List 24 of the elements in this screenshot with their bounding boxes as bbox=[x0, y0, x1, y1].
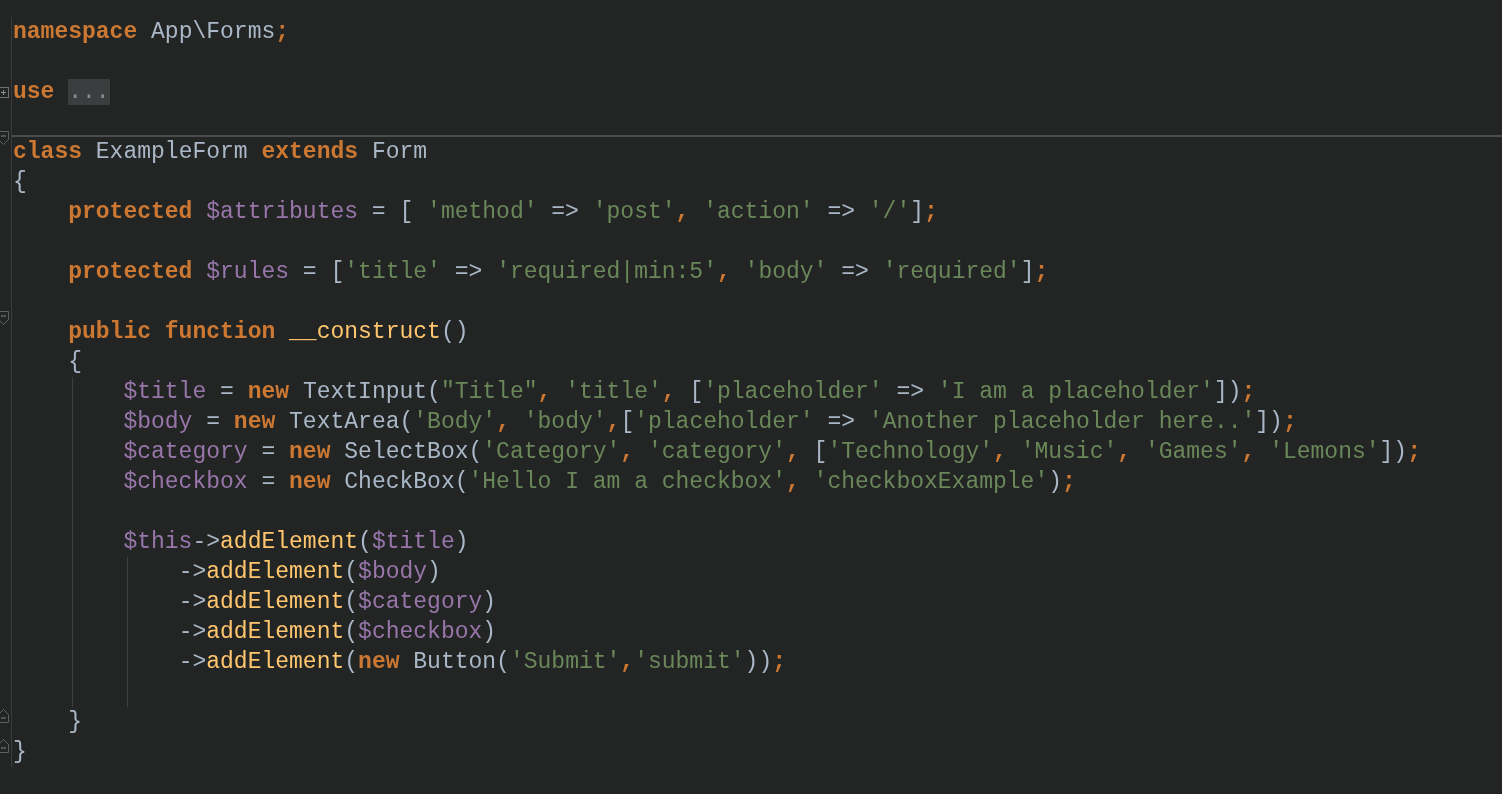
code-line: ->addElement(new Button('Submit','submit')); bbox=[178, 649, 786, 675]
code-line: use ... bbox=[13, 79, 110, 105]
code-line: protected $attributes = [ 'method' => 'post', 'action' => '/']; bbox=[68, 199, 938, 225]
code-line: } bbox=[13, 739, 27, 765]
code-line: { bbox=[13, 169, 27, 195]
collapse-icon[interactable] bbox=[0, 131, 9, 145]
code-line: $title = new TextInput("Title", 'title', ['placeholder' => 'I am a placeholder']); bbox=[123, 379, 1256, 405]
collapse-icon[interactable] bbox=[0, 709, 9, 723]
collapse-icon[interactable] bbox=[0, 739, 9, 753]
code-line: ->addElement($category) bbox=[178, 589, 497, 615]
expand-icon[interactable] bbox=[0, 86, 9, 98]
code-line: namespace App\Forms; bbox=[13, 19, 290, 45]
code-line: ->addElement($body) bbox=[178, 559, 441, 585]
code-line: protected $rules = ['title' => 'required|min:5', 'body' => 'required']; bbox=[68, 259, 1049, 285]
code-line: $checkbox = new CheckBox('Hello I am a checkbox', 'checkboxExample'); bbox=[123, 469, 1076, 495]
code-line: class ExampleForm extends Form bbox=[13, 139, 428, 165]
code-line: } bbox=[68, 709, 82, 735]
code-line: ->addElement($checkbox) bbox=[178, 619, 497, 645]
code-line: $category = new SelectBox('Category', 'category', ['Technology', 'Music', 'Games', 'Lemons']); bbox=[123, 439, 1421, 465]
code-line: public function __construct() bbox=[68, 319, 469, 345]
code-line: { bbox=[68, 349, 82, 375]
code-line: $body = new TextArea('Body', 'body',['placeholder' => 'Another placeholder here..']); bbox=[123, 409, 1297, 435]
collapse-icon[interactable] bbox=[0, 311, 9, 325]
code-line: $this->addElement($title) bbox=[123, 529, 469, 555]
